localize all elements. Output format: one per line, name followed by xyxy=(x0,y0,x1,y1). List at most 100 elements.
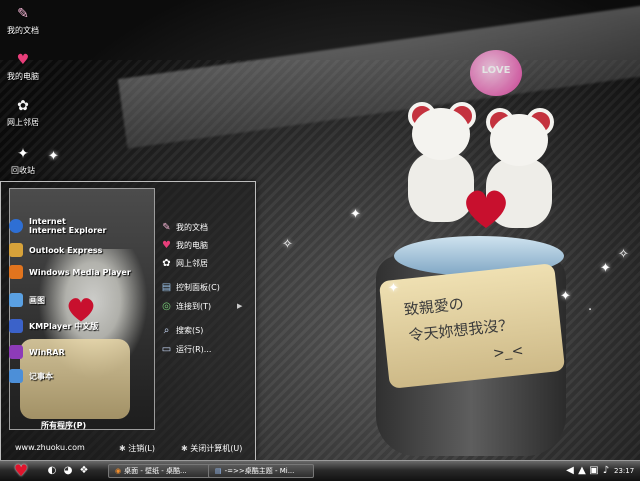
menu-item-label: 我的电脑 xyxy=(176,240,208,250)
sparkle-icon: ✧ xyxy=(618,247,629,262)
desktop-icon-label: 我的文档 xyxy=(7,26,39,35)
heart-decoration xyxy=(462,186,506,228)
bear-head xyxy=(412,108,470,160)
logoff-icon: ✱ xyxy=(119,444,126,453)
tray-network-icon[interactable]: ▣ xyxy=(588,465,600,477)
tray-expand-icon[interactable]: ◀ xyxy=(564,465,576,477)
website-label: www.zhuoku.com xyxy=(15,443,85,452)
menu-my-documents[interactable]: ✎ 我的文档 xyxy=(161,220,208,234)
program-outlook-express[interactable]: Outlook Express xyxy=(9,242,102,258)
menu-search[interactable]: ⌕ 搜索(S) xyxy=(161,323,204,337)
sparkle-icon: ✦ xyxy=(388,281,399,296)
menu-control-panel[interactable]: ▤ 控制面板(C) xyxy=(161,280,220,294)
search-icon: ⌕ xyxy=(163,324,170,336)
program-winrar[interactable]: WinRAR xyxy=(9,344,65,360)
desktop-icon-network-places[interactable]: ✿ 网上邻居 xyxy=(4,98,42,128)
network-places-icon: ✿ xyxy=(17,98,29,114)
menu-network-places[interactable]: ✿ 网上邻居 xyxy=(161,256,208,270)
logoff-button[interactable]: ✱ 注销(L) xyxy=(119,443,155,454)
desktop-icon-label: 网上邻居 xyxy=(7,118,39,127)
start-menu: Internet Internet Explorer Outlook Expre… xyxy=(0,181,256,462)
shutdown-icon: ✱ xyxy=(181,444,188,453)
paint-icon xyxy=(9,293,23,307)
start-heart-icon: ♥ xyxy=(13,461,29,480)
shutdown-label: 关闭计算机(U) xyxy=(190,444,243,453)
network-places-icon: ✿ xyxy=(162,257,171,269)
bear-head xyxy=(490,114,548,166)
cup-text-line-2: 令天妳想我沒？ xyxy=(407,315,515,345)
my-computer-icon: ♥ xyxy=(162,239,171,251)
my-computer-icon: ♥ xyxy=(16,52,30,68)
taskbar-clock[interactable]: 23:17 xyxy=(614,464,634,478)
cup-text-line-1: 致親愛の xyxy=(403,294,465,319)
wallpaper-cup: 致親愛の 令天妳想我沒？ >_< xyxy=(376,196,576,456)
sparkle-icon: · xyxy=(588,303,593,318)
quick-launch-ie-icon[interactable]: ◕ xyxy=(62,465,74,477)
cup-label: 致親愛の 令天妳想我沒？ >_< xyxy=(378,263,566,389)
quick-launch-desktop-icon[interactable]: ◐ xyxy=(46,465,58,477)
taskbar-button-label: 桌面 - 壁纸 - 桌酷... xyxy=(124,467,187,475)
program-label: Internet Internet Explorer xyxy=(29,217,107,235)
media-player-icon xyxy=(9,265,23,279)
cup-doodle: >_< xyxy=(492,342,525,362)
recycle-bin-icon: ✦ xyxy=(17,146,29,162)
notepad-icon xyxy=(9,369,23,383)
program-label: 记事本 xyxy=(29,371,53,381)
tray-update-icon[interactable]: ▲ xyxy=(576,465,588,477)
outlook-express-icon xyxy=(9,243,23,257)
taskbar: ♥ ◐ ◕ ❖ ◉ 桌面 - 壁纸 - 桌酷... ▤ -=>>桌酷主题 - M… xyxy=(0,460,640,481)
connect-to-icon: ◎ xyxy=(162,300,171,312)
program-media-player[interactable]: Windows Media Player xyxy=(9,264,131,280)
menu-item-label: 连接到(T) xyxy=(176,301,212,311)
menu-connect-to[interactable]: ◎ 连接到(T) xyxy=(161,299,211,313)
menu-item-label: 搜索(S) xyxy=(176,325,204,335)
sparkle-icon: ✦ xyxy=(600,261,611,276)
browser-icon: ◉ xyxy=(115,467,122,475)
menu-item-label: 控制面板(C) xyxy=(176,282,220,292)
document-icon: ▤ xyxy=(215,467,222,475)
my-documents-icon: ✎ xyxy=(17,6,29,22)
tray-volume-icon[interactable]: ♪ xyxy=(600,465,612,477)
program-internet-explorer[interactable]: Internet Internet Explorer xyxy=(9,217,107,235)
run-icon: ▭ xyxy=(161,343,172,355)
sparkle-icon: ✦ xyxy=(48,149,59,164)
internet-explorer-icon xyxy=(9,219,23,233)
desktop-icon-label: 我的电脑 xyxy=(7,72,39,81)
sparkle-icon: ✦ xyxy=(560,289,571,304)
kmplayer-icon xyxy=(9,319,23,333)
menu-item-label: 运行(R)... xyxy=(176,344,212,354)
my-documents-icon: ✎ xyxy=(162,221,171,233)
menu-my-computer[interactable]: ♥ 我的电脑 xyxy=(161,238,208,252)
program-label: WinRAR xyxy=(29,347,65,357)
program-paint[interactable]: 画图 xyxy=(9,292,45,308)
start-button[interactable]: ♥ xyxy=(8,462,34,480)
logoff-label: 注销(L) xyxy=(128,444,155,453)
balloon-text: LOVE xyxy=(481,65,511,76)
desktop-icon-recycle-bin[interactable]: ✦ 回收站 xyxy=(4,146,42,176)
control-panel-icon: ▤ xyxy=(161,281,172,293)
program-label: KMPlayer 中文版 xyxy=(29,321,99,331)
menu-run[interactable]: ▭ 运行(R)... xyxy=(161,342,212,356)
quick-launch-media-icon[interactable]: ❖ xyxy=(78,465,90,477)
program-kmplayer[interactable]: KMPlayer 中文版 xyxy=(9,318,98,334)
desktop-icon-my-computer[interactable]: ♥ 我的电脑 xyxy=(4,52,42,82)
balloon-decoration: LOVE xyxy=(470,50,522,96)
taskbar-button-browser[interactable]: ◉ 桌面 - 壁纸 - 桌酷... xyxy=(108,464,214,478)
program-label: Windows Media Player xyxy=(29,267,131,277)
start-menu-footer: www.zhuoku.com ✱ 注销(L) ✱ 关闭计算机(U) xyxy=(15,443,251,457)
all-programs-button[interactable]: 所有程序(P) xyxy=(41,420,86,431)
winrar-icon xyxy=(9,345,23,359)
taskbar-button-theme[interactable]: ▤ -=>>桌酷主题 - Mi... xyxy=(208,464,314,478)
shutdown-button[interactable]: ✱ 关闭计算机(U) xyxy=(181,443,242,454)
program-notepad[interactable]: 记事本 xyxy=(9,368,53,384)
menu-item-label: 我的文档 xyxy=(176,222,208,232)
sparkle-icon: ✦ xyxy=(350,207,361,222)
desktop-icon-label: 回收站 xyxy=(11,166,35,175)
submenu-arrow-icon: ▶ xyxy=(237,302,243,310)
taskbar-button-label: -=>>桌酷主题 - Mi... xyxy=(224,467,295,475)
menu-item-label: 网上邻居 xyxy=(176,258,208,268)
desktop-icon-my-documents[interactable]: ✎ 我的文档 xyxy=(4,6,42,36)
program-label: Outlook Express xyxy=(29,245,103,255)
sparkle-icon: ✧ xyxy=(282,237,293,252)
program-label: 画图 xyxy=(29,295,45,305)
